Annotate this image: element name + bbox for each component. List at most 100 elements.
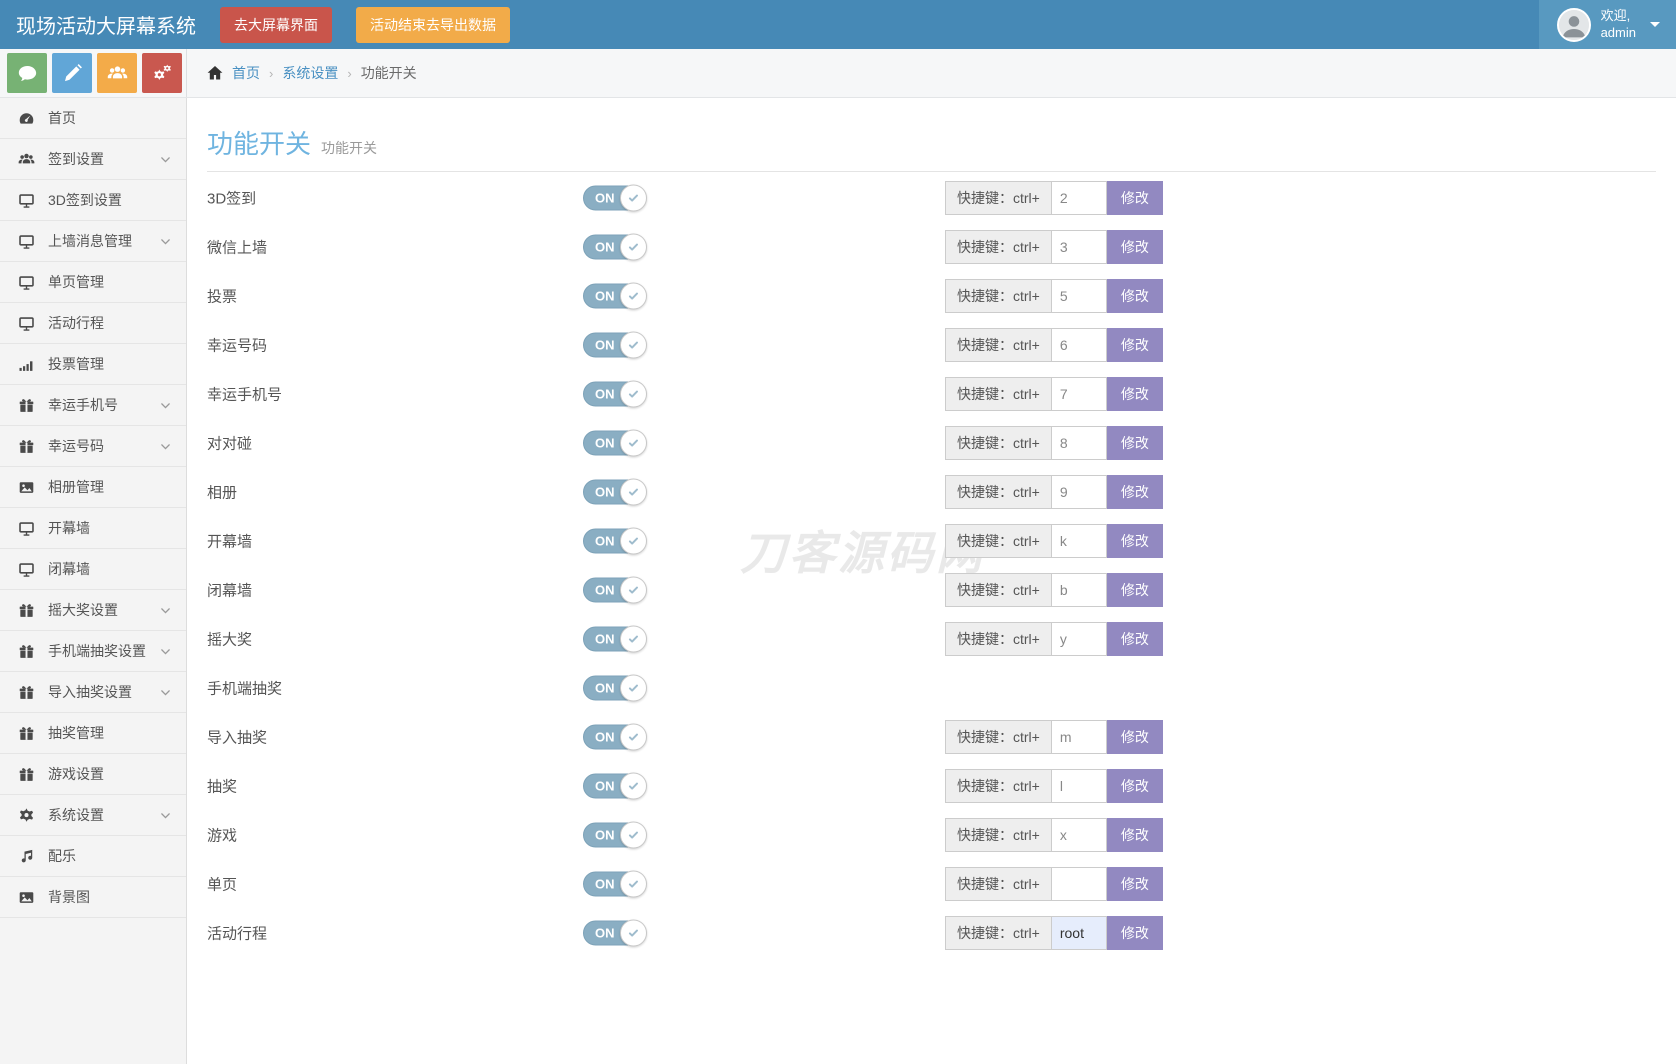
shortcut-input[interactable] [1051, 622, 1107, 656]
modify-button[interactable]: 修改 [1107, 230, 1163, 264]
modify-button[interactable]: 修改 [1107, 916, 1163, 950]
sidebar-item[interactable]: 开幕墙 [0, 508, 186, 549]
sidebar-item[interactable]: 投票管理 [0, 344, 186, 385]
sidebar-item[interactable]: 幸运号码 [0, 426, 186, 467]
toggle-switch[interactable]: ON [583, 381, 646, 406]
gear-icon [17, 806, 35, 824]
chevron-down-icon [159, 686, 172, 699]
shortcut-input[interactable] [1051, 377, 1107, 411]
modify-button[interactable]: 修改 [1107, 720, 1163, 754]
toggle-switch[interactable]: ON [583, 920, 646, 945]
shortcut-input[interactable] [1051, 230, 1107, 264]
breadcrumb-separator: › [269, 66, 273, 81]
sidebar-item[interactable]: 3D签到设置 [0, 180, 186, 221]
toggle-switch[interactable]: ON [583, 822, 646, 847]
shortcut-group: 快捷键：ctrl+ 修改 [945, 769, 1163, 803]
toggle-on-label: ON [595, 631, 615, 646]
sidebar-item[interactable]: 单页管理 [0, 262, 186, 303]
feature-rows: 刀客源码网 3D签到 ON 快捷键：ctrl+ 修改 微信上墙 ON 快捷键：c… [207, 173, 1656, 957]
toggle-switch[interactable]: ON [583, 871, 646, 896]
modify-button[interactable]: 修改 [1107, 867, 1163, 901]
modify-button[interactable]: 修改 [1107, 377, 1163, 411]
sidebar-item[interactable]: 导入抽奖设置 [0, 672, 186, 713]
feature-row: 抽奖 ON 快捷键：ctrl+ 修改 [207, 761, 1656, 810]
shortcut-input[interactable] [1051, 867, 1107, 901]
shortcut-input[interactable] [1051, 328, 1107, 362]
feature-label: 闭幕墙 [207, 579, 252, 600]
breadcrumb-home[interactable]: 首页 [232, 63, 260, 83]
toggle-switch[interactable]: ON [583, 675, 646, 700]
modify-button[interactable]: 修改 [1107, 328, 1163, 362]
toggle-switch[interactable]: ON [583, 724, 646, 749]
feature-row: 活动行程 ON 快捷键：ctrl+ 修改 [207, 908, 1656, 957]
users-button[interactable] [97, 53, 137, 93]
shortcut-input[interactable] [1051, 573, 1107, 607]
pencil-button[interactable] [52, 53, 92, 93]
shortcut-input[interactable] [1051, 426, 1107, 460]
toggle-switch[interactable]: ON [583, 234, 646, 259]
user-menu[interactable]: 欢迎, admin [1539, 0, 1676, 49]
feature-label: 手机端抽奖 [207, 677, 282, 698]
shortcut-input[interactable] [1051, 720, 1107, 754]
toggle-switch[interactable]: ON [583, 626, 646, 651]
breadcrumb-section[interactable]: 系统设置 [282, 63, 338, 83]
feature-label: 游戏 [207, 824, 237, 845]
modify-button[interactable]: 修改 [1107, 818, 1163, 852]
shortcut-group: 快捷键：ctrl+ 修改 [945, 279, 1163, 313]
gift-icon [17, 642, 35, 660]
toggle-on-label: ON [595, 435, 615, 450]
toggle-switch[interactable]: ON [583, 577, 646, 602]
shortcut-input[interactable] [1051, 475, 1107, 509]
modify-button[interactable]: 修改 [1107, 475, 1163, 509]
sidebar-item[interactable]: 系统设置 [0, 795, 186, 836]
toggle-switch[interactable]: ON [583, 332, 646, 357]
shortcut-prefix: 快捷键：ctrl+ [945, 867, 1051, 901]
modify-button[interactable]: 修改 [1107, 181, 1163, 215]
modify-button[interactable]: 修改 [1107, 426, 1163, 460]
modify-button[interactable]: 修改 [1107, 573, 1163, 607]
sidebar-item[interactable]: 活动行程 [0, 303, 186, 344]
modify-button[interactable]: 修改 [1107, 279, 1163, 313]
username: admin [1601, 25, 1636, 42]
sidebar-item[interactable]: 游戏设置 [0, 754, 186, 795]
shortcut-input[interactable] [1051, 818, 1107, 852]
users-icon [17, 150, 35, 168]
shortcut-input[interactable] [1051, 181, 1107, 215]
shortcut-input[interactable] [1051, 916, 1107, 950]
sidebar-item[interactable]: 首页 [0, 98, 186, 139]
shortcut-group: 快捷键：ctrl+ 修改 [945, 475, 1163, 509]
shortcut-input[interactable] [1051, 279, 1107, 313]
toggle-switch[interactable]: ON [583, 773, 646, 798]
sidebar-item[interactable]: 闭幕墙 [0, 549, 186, 590]
sidebar-item[interactable]: 手机端抽奖设置 [0, 631, 186, 672]
modify-button[interactable]: 修改 [1107, 622, 1163, 656]
export-data-button[interactable]: 活动结束去导出数据 [356, 7, 510, 43]
sidebar-item[interactable]: 上墙消息管理 [0, 221, 186, 262]
feature-label: 开幕墙 [207, 530, 252, 551]
sidebar-item[interactable]: 背景图 [0, 877, 186, 918]
breadcrumb-separator: › [347, 66, 351, 81]
toggle-switch[interactable]: ON [583, 283, 646, 308]
toggle-switch[interactable]: ON [583, 430, 646, 455]
go-big-screen-button[interactable]: 去大屏幕界面 [220, 7, 332, 43]
sidebar-item[interactable]: 配乐 [0, 836, 186, 877]
shortcut-input[interactable] [1051, 524, 1107, 558]
modify-button[interactable]: 修改 [1107, 524, 1163, 558]
toggle-switch[interactable]: ON [583, 528, 646, 553]
image-icon [17, 888, 35, 906]
toggle-switch[interactable]: ON [583, 479, 646, 504]
gears-button[interactable] [142, 53, 182, 93]
feature-row: 投票 ON 快捷键：ctrl+ 修改 [207, 271, 1656, 320]
sidebar-item[interactable]: 签到设置 [0, 139, 186, 180]
shortcut-input[interactable] [1051, 769, 1107, 803]
sidebar-item[interactable]: 相册管理 [0, 467, 186, 508]
sidebar-item[interactable]: 幸运手机号 [0, 385, 186, 426]
toggle-switch[interactable]: ON [583, 185, 646, 210]
sidebar-item-label: 相册管理 [48, 477, 172, 497]
sidebar-item[interactable]: 摇大奖设置 [0, 590, 186, 631]
chat-button[interactable] [7, 53, 47, 93]
modify-button[interactable]: 修改 [1107, 769, 1163, 803]
sidebar-item-label: 幸运号码 [48, 436, 146, 456]
sidebar-item[interactable]: 抽奖管理 [0, 713, 186, 754]
welcome-line: 欢迎, [1601, 8, 1636, 25]
